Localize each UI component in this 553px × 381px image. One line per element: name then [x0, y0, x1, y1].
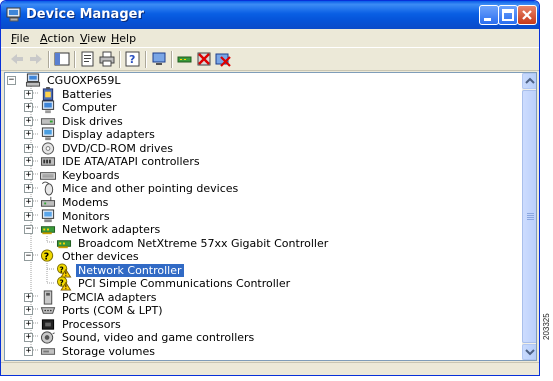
figure-number: 203325 [542, 313, 551, 340]
mouse-icon [41, 181, 54, 196]
display-adapter-icon [41, 127, 55, 141]
help-icon[interactable]: ? [125, 51, 141, 67]
svg-text:?: ? [129, 53, 135, 66]
unknown-device-icon: ? [40, 249, 54, 262]
show-hide-console-tree-icon[interactable] [54, 51, 70, 67]
computer-icon [41, 100, 55, 114]
tree-item-label: Ports (COM & LPT) [62, 304, 163, 317]
svg-text:?: ? [44, 251, 49, 262]
tree-item-label: CGUOXP659L [47, 74, 121, 87]
modem-icon [40, 196, 56, 207]
expand-button[interactable]: + [24, 103, 33, 112]
menu-file[interactable]: File [11, 32, 29, 45]
device-manager-window: Device Manager File Action View Help ? −… [0, 0, 540, 376]
maximize-button[interactable] [498, 5, 518, 25]
tree-item-label: Other devices [62, 250, 139, 263]
tree-item-label: Modems [62, 196, 109, 209]
collapse-button[interactable]: − [7, 76, 16, 85]
expand-button[interactable]: + [24, 306, 33, 315]
device-tree[interactable]: − CGUOXP659L + Batteries + Computer + Disk driv… [4, 72, 537, 361]
sound-icon [40, 331, 55, 344]
device-manager-icon [6, 7, 21, 22]
expand-button[interactable]: + [24, 130, 33, 139]
close-button[interactable] [517, 5, 537, 25]
tree-item-label: IDE ATA/ATAPI controllers [62, 155, 200, 168]
expand-button[interactable]: + [24, 144, 33, 153]
scroll-down-button[interactable] [522, 344, 536, 360]
tree-item-label: Sound, video and game controllers [62, 331, 255, 344]
collapse-button[interactable]: − [24, 252, 33, 261]
svg-text:?: ? [59, 278, 63, 287]
tree-item-label: Processors [62, 318, 121, 331]
menu-bar: File Action View Help [1, 29, 539, 47]
collapse-button[interactable]: − [24, 225, 33, 234]
expand-button[interactable]: + [24, 157, 33, 166]
tree-item-label: Network Controller [75, 263, 185, 278]
window-title: Device Manager [26, 7, 144, 22]
svg-text:?: ? [59, 265, 63, 274]
expand-button[interactable]: + [24, 320, 33, 329]
print-icon[interactable] [99, 51, 115, 67]
uninstall-icon[interactable] [196, 51, 212, 67]
tree-item-label: PCI Simple Communications Controller [78, 277, 291, 290]
menu-view[interactable]: View [80, 32, 106, 45]
port-icon [40, 307, 56, 314]
scroll-thumb[interactable] [522, 90, 536, 343]
tree-item-label: Display adapters [62, 128, 155, 141]
tree-item-label: PCMCIA adapters [62, 291, 157, 304]
forward-arrow-icon[interactable] [28, 51, 44, 67]
tree-item-label: DVD/CD-ROM drives [62, 142, 173, 155]
expand-button[interactable]: + [24, 90, 33, 99]
tree-item-label: Monitors [62, 210, 110, 223]
chevron-down-icon [525, 349, 535, 356]
minimize-button[interactable] [479, 5, 499, 25]
ide-controller-icon [40, 157, 56, 166]
scan-hardware-icon[interactable] [151, 51, 167, 67]
network-adapter-icon [40, 226, 56, 235]
expand-button[interactable]: + [24, 347, 33, 356]
scroll-up-button[interactable] [522, 73, 536, 89]
toolbar: ? [1, 47, 539, 71]
expand-button[interactable]: + [24, 333, 33, 342]
tree-item-label: Storage volumes [62, 345, 156, 358]
menu-help[interactable]: Help [111, 32, 136, 45]
disable-icon[interactable] [215, 51, 231, 67]
status-bar [1, 362, 539, 375]
tree-item-label: Batteries [62, 88, 112, 101]
expand-button[interactable]: + [24, 117, 33, 126]
back-arrow-icon[interactable] [9, 51, 25, 67]
update-driver-icon[interactable] [177, 51, 193, 67]
expand-button[interactable]: + [24, 184, 33, 193]
tree-item-label: Disk drives [62, 115, 123, 128]
properties-icon[interactable] [80, 51, 96, 67]
minimize-icon [484, 18, 491, 21]
menu-action[interactable]: Action [40, 32, 74, 45]
computer-root-icon [25, 73, 41, 87]
warning-device-icon: ? [56, 276, 72, 291]
storage-volume-icon [40, 348, 56, 355]
vertical-scrollbar[interactable] [522, 73, 536, 360]
maximize-icon [502, 9, 514, 21]
tree-item-label: Mice and other pointing devices [62, 182, 239, 195]
title-bar[interactable]: Device Manager [1, 1, 539, 29]
tree-item-label: Broadcom NetXtreme 57xx Gigabit Controll… [78, 237, 329, 250]
chevron-up-icon [525, 77, 535, 84]
expand-button[interactable]: + [24, 198, 33, 207]
tree-item-label: Network adapters [62, 223, 161, 236]
expand-button[interactable]: + [24, 293, 33, 302]
expand-button[interactable]: + [24, 212, 33, 221]
expand-button[interactable]: + [24, 171, 33, 180]
close-icon [522, 10, 532, 20]
tree-item-label: Keyboards [62, 169, 120, 182]
network-card-icon [56, 240, 72, 249]
tree-item-label: Computer [62, 101, 117, 114]
